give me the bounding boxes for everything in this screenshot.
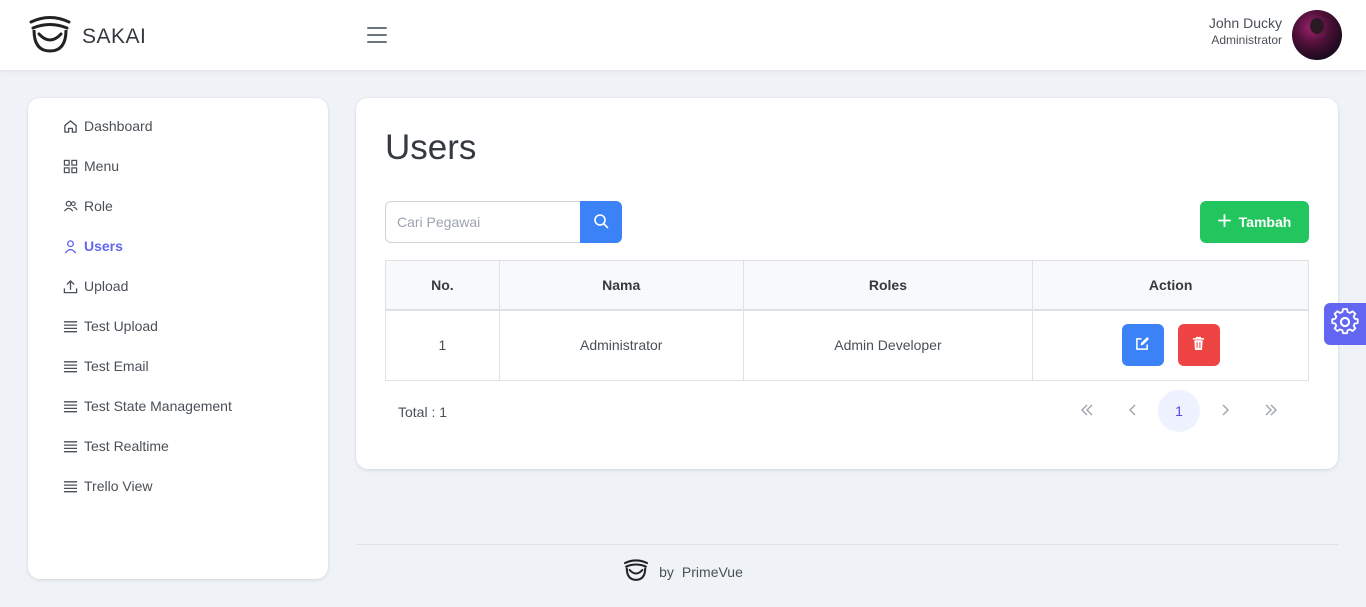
hamburger-icon bbox=[367, 27, 387, 29]
topbar: SAKAI John Ducky Administrator bbox=[0, 0, 1366, 70]
prev-page-button[interactable] bbox=[1112, 390, 1154, 432]
profile-info[interactable]: John Ducky Administrator bbox=[1209, 15, 1282, 49]
sidebar-item-dashboard[interactable]: Dashboard bbox=[62, 116, 153, 136]
logo-text: SAKAI bbox=[82, 24, 147, 48]
sakai-logo-icon bbox=[28, 15, 72, 58]
sidebar-item-test-state-management[interactable]: Test State Management bbox=[62, 396, 232, 416]
pagination: 1 bbox=[1066, 390, 1292, 432]
cell-roles: Admin Developer bbox=[742, 309, 1034, 381]
table-header-row: No. Nama Roles Action bbox=[385, 260, 1309, 311]
footer-brand: PrimeVue bbox=[681, 563, 743, 580]
sidebar-item-label: Role bbox=[84, 198, 113, 214]
page-title: Users bbox=[385, 128, 477, 167]
plus-icon bbox=[1217, 214, 1231, 230]
first-page-button[interactable] bbox=[1066, 390, 1108, 432]
sakai-logo-icon bbox=[623, 559, 649, 584]
avatar[interactable] bbox=[1292, 10, 1342, 60]
menu-toggle-button[interactable] bbox=[362, 20, 392, 50]
sidebar-item-role[interactable]: Role bbox=[62, 196, 113, 216]
users-icon bbox=[62, 198, 78, 214]
align-justify-icon bbox=[62, 358, 78, 374]
footer-divider bbox=[356, 544, 1338, 545]
align-justify-icon bbox=[62, 478, 78, 494]
sidebar-item-label: Test Realtime bbox=[84, 438, 169, 454]
upload-icon bbox=[62, 278, 78, 294]
sidebar-item-test-realtime[interactable]: Test Realtime bbox=[62, 436, 169, 456]
home-icon bbox=[62, 118, 78, 134]
column-header-action: Action bbox=[1032, 260, 1309, 311]
sidebar-item-label: Upload bbox=[84, 278, 129, 294]
angle-right-icon bbox=[1221, 403, 1229, 419]
user-name: John Ducky bbox=[1208, 15, 1282, 31]
sidebar-item-label: Menu bbox=[84, 158, 120, 174]
sidebar-item-label: Users bbox=[84, 238, 123, 254]
angle-double-right-icon bbox=[1264, 403, 1278, 419]
footer: by PrimeVue bbox=[0, 559, 1366, 584]
sidebar-item-users[interactable]: Users bbox=[62, 236, 123, 256]
search-icon bbox=[593, 213, 609, 232]
cell-no: 1 bbox=[385, 309, 500, 381]
sidebar-item-label: Dashboard bbox=[84, 118, 153, 134]
gear-icon bbox=[1331, 307, 1359, 341]
angle-left-icon bbox=[1129, 403, 1137, 419]
config-button[interactable] bbox=[1324, 303, 1366, 345]
align-justify-icon bbox=[62, 438, 78, 454]
sidebar-item-label: Test Upload bbox=[84, 318, 158, 334]
user-icon bbox=[62, 238, 78, 254]
sidebar-item-trello-view[interactable]: Trello View bbox=[62, 476, 152, 496]
column-header-roles: Roles bbox=[742, 260, 1034, 311]
align-justify-icon bbox=[62, 318, 78, 334]
last-page-button[interactable] bbox=[1250, 390, 1292, 432]
page-button-1[interactable]: 1 bbox=[1158, 390, 1200, 432]
edit-button[interactable] bbox=[1121, 324, 1164, 367]
th-large-icon bbox=[62, 158, 78, 174]
user-role: Administrator bbox=[1211, 33, 1282, 47]
cell-action bbox=[1032, 309, 1309, 381]
angle-double-left-icon bbox=[1080, 403, 1094, 419]
sidebar-item-upload[interactable]: Upload bbox=[62, 276, 128, 296]
align-justify-icon bbox=[62, 398, 78, 414]
search-button[interactable] bbox=[580, 201, 622, 243]
edit-icon bbox=[1135, 336, 1150, 354]
column-header-nama: Nama bbox=[498, 260, 744, 311]
cell-nama: Administrator bbox=[498, 309, 744, 381]
footer-by: by bbox=[659, 563, 674, 580]
add-user-button[interactable]: Tambah bbox=[1200, 201, 1309, 243]
column-header-no: No. bbox=[385, 260, 500, 311]
search-input[interactable] bbox=[385, 201, 580, 243]
users-table: No. Nama Roles Action 1 Administrator Ad… bbox=[385, 260, 1309, 381]
sidebar-item-menu[interactable]: Menu bbox=[62, 156, 119, 176]
table-row: 1 Administrator Admin Developer bbox=[385, 309, 1309, 381]
sidebar-item-test-upload[interactable]: Test Upload bbox=[62, 316, 158, 336]
sidebar-item-label: Test State Management bbox=[84, 398, 232, 414]
add-button-label: Tambah bbox=[1238, 214, 1292, 230]
next-page-button[interactable] bbox=[1204, 390, 1246, 432]
total-count: Total : 1 bbox=[398, 404, 448, 420]
sidebar: Dashboard Menu Role Users Upload Test Up… bbox=[28, 98, 328, 579]
sidebar-item-label: Trello View bbox=[84, 478, 153, 494]
delete-button[interactable] bbox=[1177, 324, 1220, 367]
users-card: Users Tambah No. Nama Roles Action 1 Adm… bbox=[356, 98, 1338, 469]
logo[interactable]: SAKAI bbox=[28, 15, 146, 58]
sidebar-item-label: Test Email bbox=[84, 358, 149, 374]
sidebar-item-test-email[interactable]: Test Email bbox=[62, 356, 149, 376]
trash-icon bbox=[1192, 336, 1205, 354]
